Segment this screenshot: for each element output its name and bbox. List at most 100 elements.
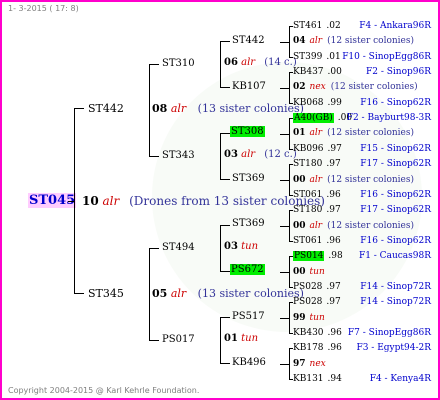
gen5-id: KB096: [293, 144, 324, 154]
gen5-pedigree: F15 - Sinop62R: [360, 144, 431, 154]
gen5-gen: 01: [293, 128, 306, 138]
gen2-node-0[interactable]: ST442: [88, 102, 124, 115]
gen5-pedigree: F10 - SinopEgg86R: [342, 52, 431, 62]
gen5-id: ST180: [293, 205, 323, 215]
gen5-row[interactable]: PS028.97 F14 - Sinop72R: [293, 296, 431, 308]
gen5-value: .94: [327, 374, 342, 384]
gen5-row[interactable]: 02 nex (12 sister colonies): [293, 81, 418, 93]
gen5-tag: tun: [309, 313, 325, 323]
gen5-row[interactable]: PS014.98 F1 - Caucas98R: [293, 250, 431, 262]
gen5-pedigree: F2 - Sinop96R: [366, 67, 431, 77]
footer-copyright: Copyright 2004-2015 @ Karl Kehrle Founda…: [8, 386, 200, 395]
gen5-row[interactable]: ST180.97 F17 - Sinop62R: [293, 204, 431, 216]
gen3-info-2: 03 tun: [224, 241, 259, 252]
gen5-tag: alr: [309, 36, 323, 46]
gen4-node-5[interactable]: PS672: [230, 264, 265, 275]
gen5-value: .99: [327, 98, 342, 108]
gen5-row[interactable]: 99 tun: [293, 312, 325, 324]
gen5-gen: 00: [293, 267, 306, 277]
gen4-node-4[interactable]: ST369: [232, 218, 265, 229]
gen5-row[interactable]: 01 alr (12 sister colonies): [293, 127, 414, 139]
gen5-row[interactable]: A40(GB) .00 F2 - Bayburt98-3R: [293, 112, 431, 124]
gen5-row[interactable]: ST180.97 F17 - Sinop62R: [293, 158, 431, 170]
gen5-row[interactable]: ST061.96 F16 - Sinop62R: [293, 189, 431, 201]
gen5-pedigree: F2 - Bayburt98-3R: [346, 113, 431, 123]
gen5-note: (12 sister colonies): [327, 175, 415, 185]
gen5-id: ST461: [293, 21, 323, 31]
gen5-value: .97: [326, 205, 341, 215]
gen5-row[interactable]: 00 tun: [293, 266, 325, 278]
gen5-pedigree: F16 - Sinop62R: [360, 98, 431, 108]
gen5-id: ST399: [293, 52, 323, 62]
gen5-value: .97: [326, 297, 341, 307]
gen4-node-0[interactable]: ST442: [232, 35, 265, 46]
gen3-node-0[interactable]: ST310: [162, 58, 195, 69]
gen5-gen: 00: [293, 221, 306, 231]
gen5-gen: 99: [293, 313, 306, 323]
gen3-info-3: 01 tun: [224, 333, 259, 344]
gen5-row[interactable]: KB068.99 F16 - Sinop62R: [293, 97, 431, 109]
gen5-value: .96: [327, 343, 342, 353]
gen5-pedigree: F7 - SinopEgg86R: [347, 328, 431, 338]
gen5-tag: alr: [309, 175, 323, 185]
gen5-value: .97: [327, 144, 342, 154]
gen5-id: ST180: [293, 159, 323, 169]
gen5-id: KB437: [293, 67, 324, 77]
gen5-id: KB430: [293, 328, 324, 338]
gen5-value: .01: [326, 52, 341, 62]
gen2-info-1: 05 alr (13 sister colonies): [152, 287, 304, 300]
gen4-node-2[interactable]: ST308: [230, 126, 265, 137]
gen5-row[interactable]: PS028.97 F14 - Sinop72R: [293, 281, 431, 293]
gen5-id: KB131: [293, 374, 324, 384]
gen4-node-3[interactable]: ST369: [232, 173, 265, 184]
gen4-node-6[interactable]: PS517: [232, 311, 265, 322]
gen5-value: .97: [326, 282, 341, 292]
gen5-pedigree: F17 - Sinop62R: [360, 159, 431, 169]
gen5-tag: alr: [309, 128, 323, 138]
gen5-value: .97: [326, 159, 341, 169]
gen2-node-1[interactable]: ST345: [88, 287, 124, 300]
gen5-value: .96: [326, 190, 341, 200]
gen5-gen: 00: [293, 175, 306, 185]
gen5-gen: 02: [293, 82, 306, 92]
gen5-note: (12 sister colonies): [330, 82, 418, 92]
gen5-pedigree: F3 - Egypt94-2R: [356, 343, 431, 353]
gen5-note: (12 sister colonies): [327, 221, 415, 231]
gen4-node-7[interactable]: KB496: [232, 357, 266, 368]
gen5-row[interactable]: 97 nex: [293, 358, 326, 370]
gen5-row[interactable]: KB131.94 F4 - Kenya4R: [293, 373, 431, 385]
gen5-row[interactable]: KB430.96 F7 - SinopEgg86R: [293, 327, 431, 339]
gen5-row[interactable]: 00 alr (12 sister colonies): [293, 220, 414, 232]
gen5-pedigree: F14 - Sinop72R: [360, 282, 431, 292]
gen5-row[interactable]: KB178.96 F3 - Egypt94-2R: [293, 342, 431, 354]
gen5-row[interactable]: KB096.97 F15 - Sinop62R: [293, 143, 431, 155]
gen5-pedigree: F17 - Sinop62R: [360, 205, 431, 215]
gen5-value: .00: [327, 67, 342, 77]
gen5-id: A40(GB): [293, 113, 334, 123]
gen5-tag: nex: [309, 82, 326, 92]
gen5-id: PS014: [293, 251, 325, 261]
gen5-row[interactable]: ST461.02 F4 - Ankara96R: [293, 20, 431, 32]
gen3-node-1[interactable]: ST343: [162, 150, 195, 161]
gen5-row[interactable]: ST399.01 F10 - SinopEgg86R: [293, 51, 431, 63]
gen5-row[interactable]: 00 alr (12 sister colonies): [293, 174, 414, 186]
gen5-row[interactable]: 04 alr (12 sister colonies): [293, 35, 414, 47]
gen3-node-2[interactable]: ST494: [162, 242, 195, 253]
gen5-row[interactable]: KB437.00 F2 - Sinop96R: [293, 66, 431, 78]
gen3-info-1: 03 alr (12 c.): [224, 149, 297, 160]
gen3-node-3[interactable]: PS017: [162, 334, 195, 345]
gen5-id: ST061: [293, 236, 323, 246]
gen5-row[interactable]: ST061.96 F16 - Sinop62R: [293, 235, 431, 247]
pedigree-frame: 1- 3-2015 ( 17: 8) ST045 10 alr (Drones …: [0, 0, 440, 400]
gen5-tag: nex: [309, 359, 326, 369]
gen3-info-0: 06 alr (14 c.): [224, 57, 297, 68]
gen5-tag: tun: [309, 267, 325, 277]
gen5-value: .96: [326, 236, 341, 246]
gen5-pedigree: F4 - Kenya4R: [369, 374, 431, 384]
gen5-pedigree: F16 - Sinop62R: [360, 190, 431, 200]
gen5-note: (12 sister colonies): [327, 128, 415, 138]
gen5-id: PS028: [293, 282, 323, 292]
timestamp: 1- 3-2015 ( 17: 8): [8, 4, 79, 13]
root-info: 10 alr (Drones from 13 sister colonies): [82, 194, 325, 208]
gen4-node-1[interactable]: KB107: [232, 81, 266, 92]
